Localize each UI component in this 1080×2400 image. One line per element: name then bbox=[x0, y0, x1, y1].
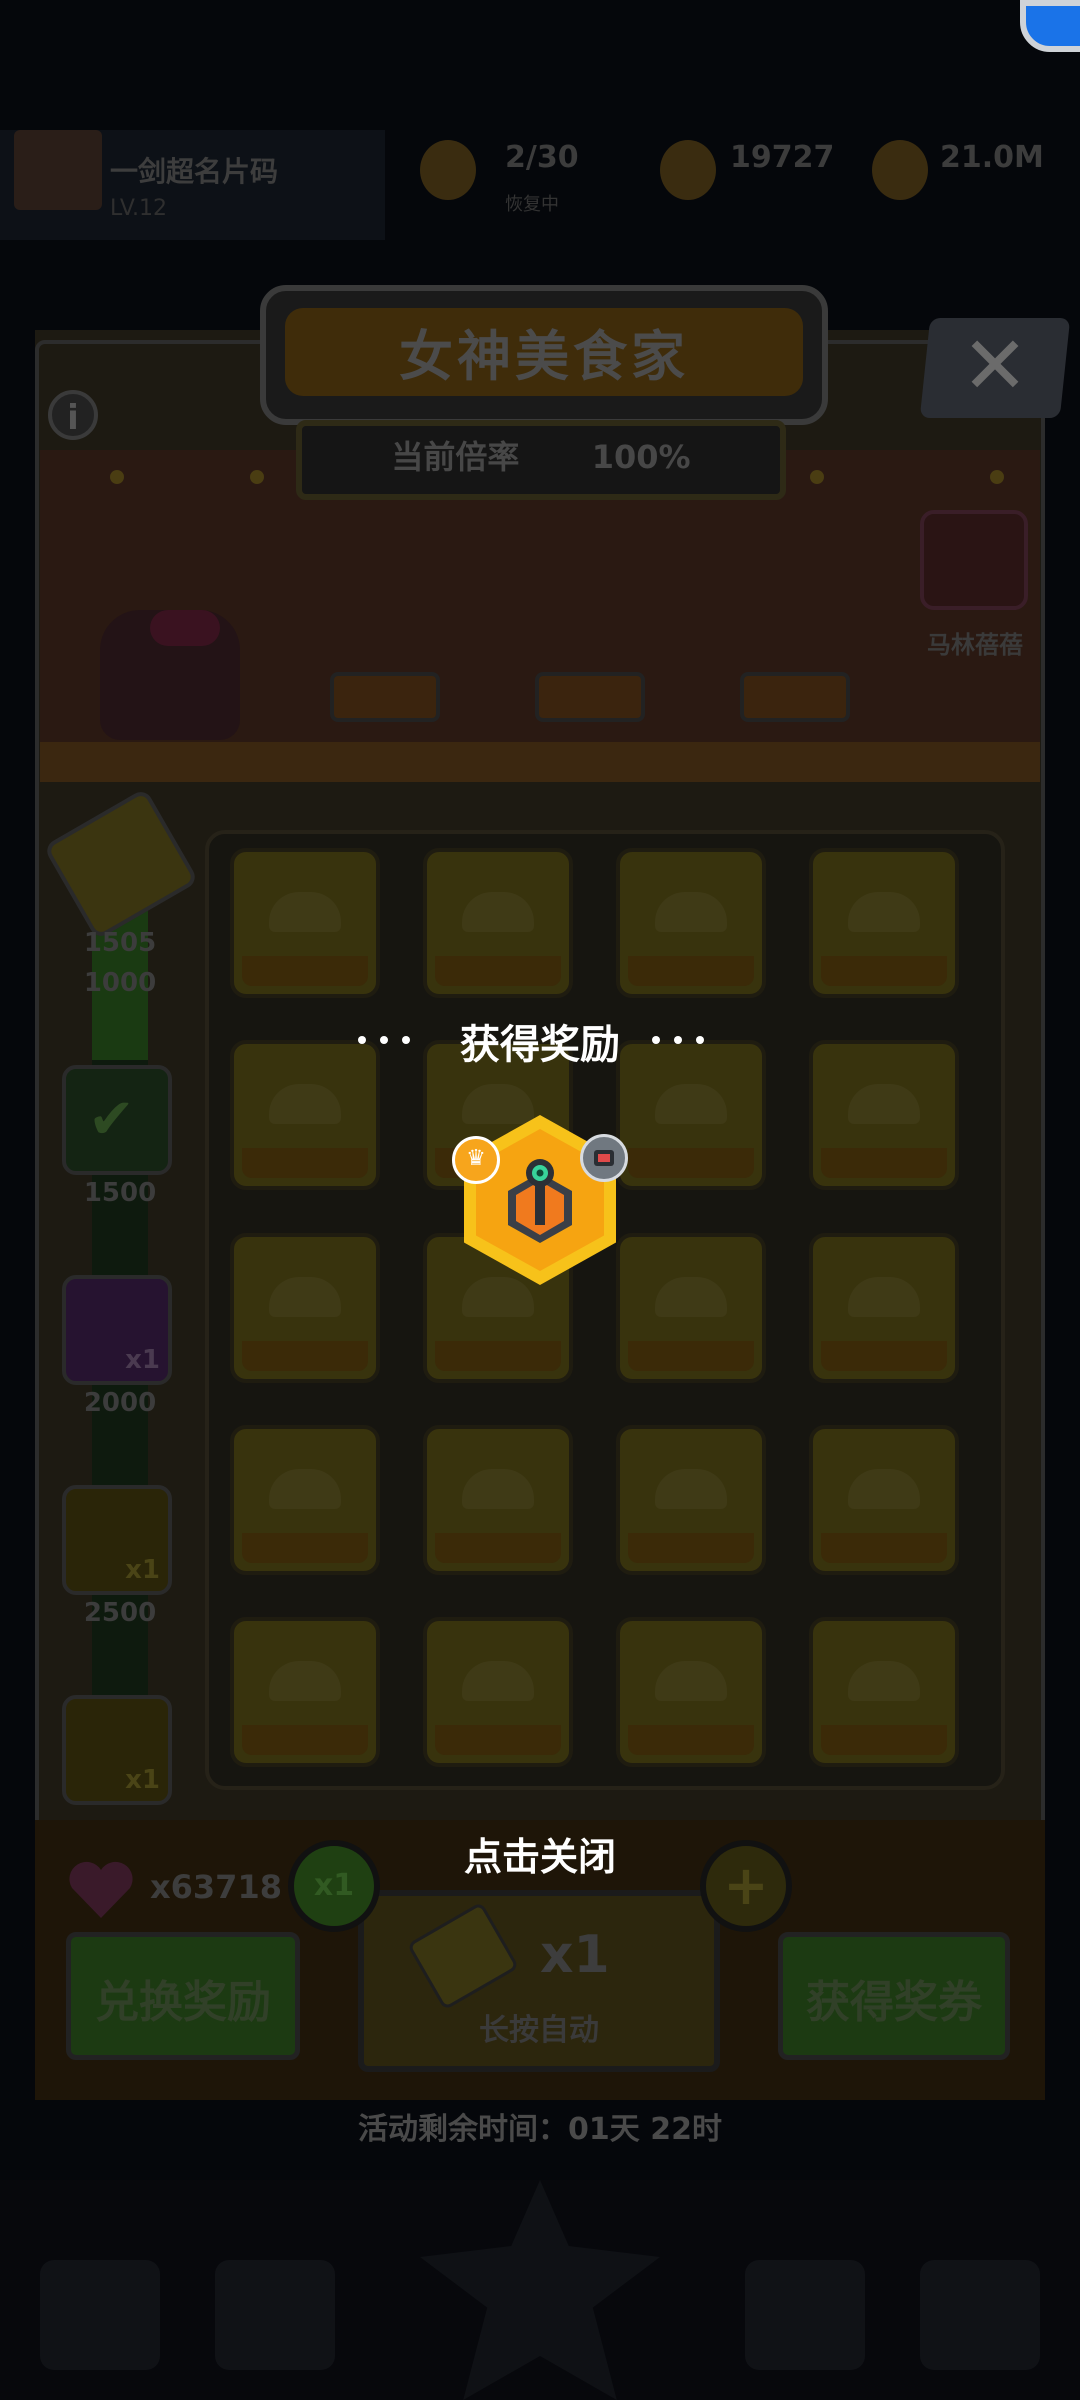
reward-node-claimed[interactable]: ✔ bbox=[62, 1065, 172, 1175]
equipment-badge-icon bbox=[580, 1134, 628, 1182]
milestone-label: 1000 bbox=[83, 968, 157, 998]
scratch-cell[interactable] bbox=[230, 1617, 380, 1767]
energy-icon bbox=[420, 140, 476, 200]
nav-shop-icon[interactable] bbox=[40, 2260, 160, 2370]
decor-dot bbox=[674, 1036, 682, 1044]
gem-count: 19727 bbox=[730, 140, 835, 175]
milestone-label: 2000 bbox=[83, 1388, 157, 1418]
scratch-cell[interactable] bbox=[616, 848, 766, 998]
decor-dot bbox=[696, 1036, 704, 1044]
nav-talent-icon[interactable] bbox=[745, 2260, 865, 2370]
decor-dot bbox=[652, 1036, 660, 1044]
scratch-cell[interactable] bbox=[809, 1233, 959, 1383]
nav-event-icon[interactable] bbox=[920, 2260, 1040, 2370]
hex-robot-turret-icon bbox=[508, 1159, 572, 1243]
scratch-cell[interactable] bbox=[423, 848, 573, 998]
crown-badge-icon: ♛ bbox=[452, 1136, 500, 1184]
rate-value: 100% bbox=[591, 438, 691, 476]
scratch-cell[interactable] bbox=[616, 1233, 766, 1383]
rate-label: 当前倍率 bbox=[391, 438, 520, 476]
player-level: LV.12 bbox=[110, 196, 168, 221]
reward-multiplier: x1 bbox=[125, 1555, 160, 1585]
scratch-cell[interactable] bbox=[230, 848, 380, 998]
reward-node-chest-gold[interactable]: x1 bbox=[62, 1695, 172, 1805]
scratch-cell[interactable] bbox=[230, 1233, 380, 1383]
scratch-cell[interactable] bbox=[616, 1617, 766, 1767]
draw-count: x1 bbox=[540, 1925, 610, 1985]
scratch-cell[interactable] bbox=[616, 1425, 766, 1575]
progress-current: 1505 bbox=[83, 928, 157, 958]
scratch-cell[interactable] bbox=[809, 1425, 959, 1575]
reward-node-chest-gold[interactable]: x1 bbox=[62, 1485, 172, 1595]
scratch-cell[interactable] bbox=[423, 1425, 573, 1575]
event-remaining-time: 活动剩余时间：01天 22时 bbox=[358, 2112, 722, 2147]
notification-chip bbox=[1020, 0, 1080, 52]
reward-multiplier: x1 bbox=[125, 1765, 160, 1795]
rate-display: 当前倍率 100% bbox=[296, 432, 786, 478]
gem-icon bbox=[660, 140, 716, 200]
nav-equipment-icon[interactable] bbox=[215, 2260, 335, 2370]
scratch-cell[interactable] bbox=[230, 1425, 380, 1575]
close-icon: ✕ bbox=[961, 319, 1029, 412]
exchange-reward-label: 兑换奖励 bbox=[95, 1977, 271, 2028]
obtain-ticket-label: 获得奖券 bbox=[806, 1977, 982, 2028]
reward-multiplier: x1 bbox=[125, 1345, 160, 1375]
scratch-cell[interactable] bbox=[423, 1617, 573, 1767]
reward-title: 获得奖励 bbox=[460, 1022, 620, 1068]
draw-auto-label: 长按自动 bbox=[479, 2013, 599, 2048]
panel-title: 女神美食家 bbox=[399, 325, 689, 388]
checkmark-icon: ✔ bbox=[88, 1087, 135, 1152]
info-button[interactable]: i bbox=[48, 390, 98, 440]
scratch-cell[interactable] bbox=[809, 848, 959, 998]
coin-icon bbox=[872, 140, 928, 200]
reward-node-chest-purple[interactable]: x1 bbox=[62, 1275, 172, 1385]
scratch-cell[interactable] bbox=[809, 1617, 959, 1767]
player-name: 一剑超名片码 bbox=[110, 155, 279, 188]
coin-count: 21.0M bbox=[940, 140, 1044, 175]
milestone-label: 1500 bbox=[83, 1178, 157, 1208]
milestone-label: 2500 bbox=[83, 1598, 157, 1628]
player-avatar[interactable] bbox=[14, 130, 102, 210]
tap-to-close[interactable]: 点击关闭 bbox=[0, 1826, 1080, 1881]
energy-sub: 恢复中 bbox=[505, 194, 559, 215]
